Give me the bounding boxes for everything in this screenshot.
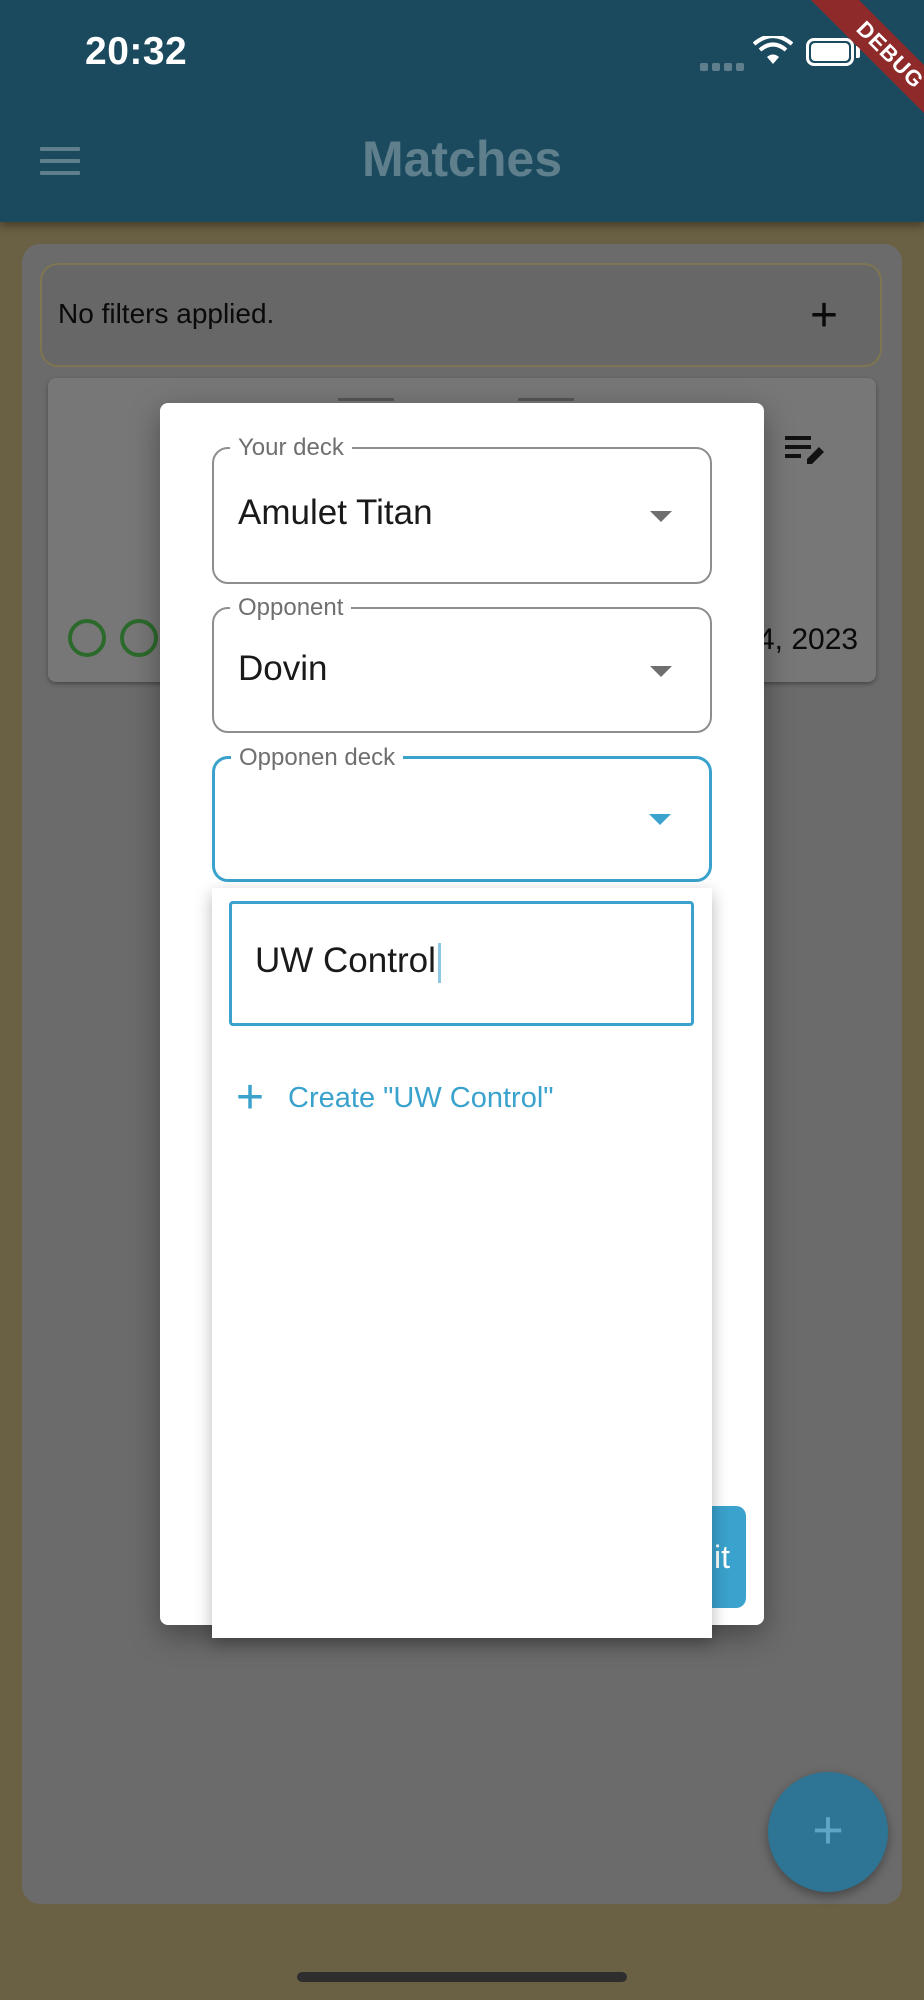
your-deck-dropdown[interactable]: Your deck Amulet Titan bbox=[212, 434, 712, 584]
opponent-dropdown[interactable]: Opponent Dovin bbox=[212, 594, 712, 733]
debug-banner: DEBUG bbox=[780, 0, 924, 120]
edit-list-icon[interactable] bbox=[783, 432, 827, 468]
game-result-circle bbox=[68, 619, 106, 657]
plus-icon: + bbox=[236, 1071, 265, 1124]
card-divider bbox=[338, 398, 394, 401]
game-result-circle bbox=[120, 619, 158, 657]
signal-icon bbox=[700, 58, 748, 76]
home-indicator[interactable] bbox=[297, 1972, 627, 1982]
match-date: 4, 2023 bbox=[758, 623, 859, 656]
opponent-deck-label: Opponen deck bbox=[231, 744, 404, 772]
add-match-fab[interactable]: + bbox=[768, 1772, 888, 1892]
caret-down-icon bbox=[650, 511, 672, 522]
page-title: Matches bbox=[361, 131, 563, 187]
create-option[interactable]: + Create "UW Control" bbox=[236, 1074, 554, 1122]
your-deck-value: Amulet Titan bbox=[238, 493, 433, 532]
your-deck-label: Your deck bbox=[230, 434, 352, 462]
text-cursor bbox=[437, 942, 441, 983]
status-time: 20:32 bbox=[85, 30, 188, 73]
debug-ribbon: DEBUG bbox=[807, 0, 924, 120]
search-text: UW Control bbox=[255, 941, 436, 980]
create-option-label: Create "UW Control" bbox=[288, 1081, 554, 1114]
caret-down-icon bbox=[650, 666, 672, 677]
filter-status-text: No filters applied. bbox=[58, 298, 275, 329]
caret-down-icon bbox=[649, 814, 671, 825]
card-divider bbox=[518, 398, 574, 401]
opponent-label: Opponent bbox=[230, 594, 352, 622]
plus-icon[interactable]: + bbox=[810, 292, 838, 340]
deck-search-value[interactable]: UW Control bbox=[255, 941, 441, 983]
opponent-deck-dropdown[interactable]: Opponen deck bbox=[212, 744, 712, 882]
opponent-value: Dovin bbox=[238, 649, 328, 688]
